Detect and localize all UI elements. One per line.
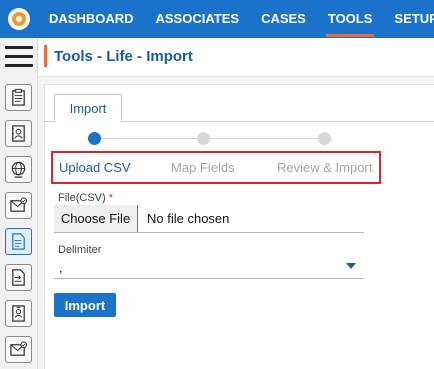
main-nav: DASHBOARD ASSOCIATES CASES TOOLS SETUP: [38, 0, 434, 38]
step-label-upload-csv[interactable]: Upload CSV: [59, 160, 131, 175]
step-dot-upload: [88, 132, 101, 145]
file-field-label: File(CSV) *: [58, 192, 113, 204]
app-logo[interactable]: [0, 0, 38, 38]
page-header: Tools - Life - Import: [38, 38, 434, 77]
delimiter-value: ,: [59, 260, 63, 275]
stepper-connector: [210, 138, 318, 139]
page-title: Tools - Life - Import: [54, 48, 193, 65]
chevron-down-icon[interactable]: [346, 263, 356, 269]
globe-icon[interactable]: [5, 156, 32, 183]
nav-cases[interactable]: CASES: [250, 0, 317, 38]
file-input[interactable]: Choose File No file chosen: [54, 205, 364, 233]
left-sidebar: [0, 38, 38, 369]
step-dot-review: [318, 132, 331, 145]
mail-check-icon[interactable]: [5, 192, 32, 219]
top-navigation-bar: DASHBOARD ASSOCIATES CASES TOOLS SETUP: [0, 0, 434, 38]
import-button[interactable]: Import: [54, 293, 116, 317]
header-accent-bar: [44, 45, 47, 67]
clipboard-icon[interactable]: [5, 84, 32, 111]
required-mark: *: [108, 192, 114, 204]
step-label-map-fields[interactable]: Map Fields: [171, 160, 235, 175]
nav-tools[interactable]: TOOLS: [317, 0, 384, 38]
nav-dashboard[interactable]: DASHBOARD: [38, 0, 145, 38]
stepper-connector: [101, 138, 197, 139]
choose-file-button[interactable]: Choose File: [54, 205, 138, 232]
file-status-text: No file chosen: [147, 211, 230, 226]
nav-associates[interactable]: ASSOCIATES: [145, 0, 251, 38]
id-badge-icon[interactable]: [5, 300, 32, 327]
hamburger-menu-icon[interactable]: [5, 46, 33, 68]
mail-check-icon[interactable]: [5, 336, 32, 363]
logo-icon: [8, 8, 30, 30]
file-label-text: File(CSV): [58, 192, 106, 204]
document-edit-icon[interactable]: [5, 228, 32, 255]
step-dot-map: [197, 132, 210, 145]
contact-book-icon[interactable]: [5, 120, 32, 147]
tab-import[interactable]: Import: [54, 94, 122, 122]
delimiter-select[interactable]: ,: [54, 254, 364, 279]
nav-setup[interactable]: SETUP: [383, 0, 434, 38]
document-arrow-icon[interactable]: [5, 264, 32, 291]
step-label-review-import[interactable]: Review & Import: [277, 160, 372, 175]
